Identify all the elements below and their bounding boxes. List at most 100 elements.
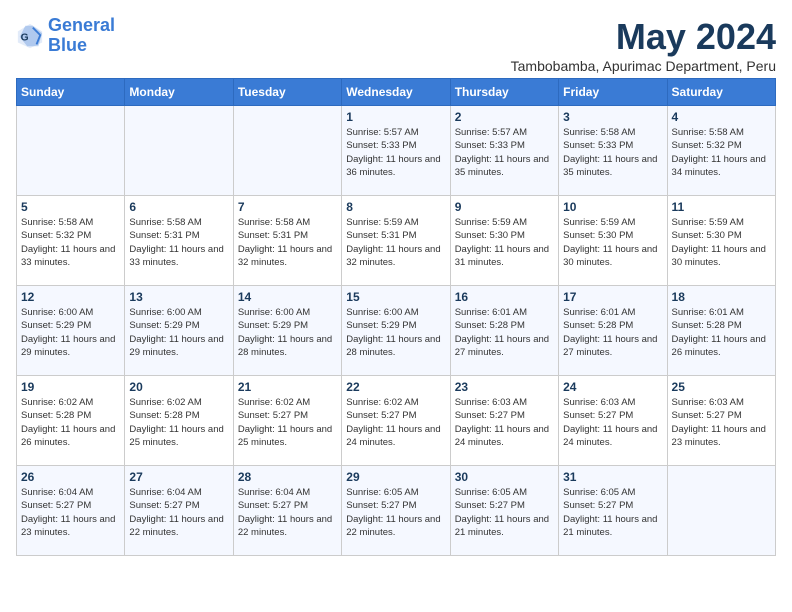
calendar-cell: 10 Sunrise: 5:59 AM Sunset: 5:30 PM Dayli…: [559, 196, 667, 286]
day-number: 9: [455, 200, 554, 214]
calendar-cell: 23 Sunrise: 6:03 AM Sunset: 5:27 PM Dayli…: [450, 376, 558, 466]
calendar-cell: 27Sunrise: 6:04 AM Sunset: 5:27 PM Dayli…: [125, 466, 233, 556]
day-info: Sunrise: 5:58 AM Sunset: 5:31 PM Dayligh…: [129, 216, 228, 269]
day-number: 7: [238, 200, 337, 214]
calendar-table: SundayMondayTuesdayWednesdayThursdayFrid…: [16, 78, 776, 556]
calendar-cell: [17, 106, 125, 196]
calendar-cell: 18 Sunrise: 6:01 AM Sunset: 5:28 PM Dayli…: [667, 286, 775, 376]
calendar-cell: 6 Sunrise: 5:58 AM Sunset: 5:31 PM Daylig…: [125, 196, 233, 286]
calendar-cell: 26 Sunrise: 6:04 AM Sunset: 5:27 PM Dayli…: [17, 466, 125, 556]
day-number: 10: [563, 200, 662, 214]
calendar-cell: 13 Sunrise: 6:00 AM Sunset: 5:29 PM Dayli…: [125, 286, 233, 376]
day-number: 15: [346, 290, 445, 304]
day-info: Sunrise: 6:01 AM Sunset: 5:28 PM Dayligh…: [455, 306, 554, 359]
day-number: 3: [563, 110, 662, 124]
day-number: 16: [455, 290, 554, 304]
day-number: 6: [129, 200, 228, 214]
calendar-cell: 17Sunrise: 6:01 AM Sunset: 5:28 PM Dayli…: [559, 286, 667, 376]
svg-text:G: G: [21, 32, 29, 43]
day-info: Sunrise: 6:01 AM Sunset: 5:28 PM Dayligh…: [672, 306, 771, 359]
day-number: 8: [346, 200, 445, 214]
day-of-week-header-row: SundayMondayTuesdayWednesdayThursdayFrid…: [17, 79, 776, 106]
day-info: Sunrise: 6:02 AM Sunset: 5:27 PM Dayligh…: [238, 396, 337, 449]
calendar-cell: 30Sunrise: 6:05 AM Sunset: 5:27 PM Dayli…: [450, 466, 558, 556]
day-info: Sunrise: 6:02 AM Sunset: 5:28 PM Dayligh…: [129, 396, 228, 449]
calendar-cell: 19Sunrise: 6:02 AM Sunset: 5:28 PM Dayli…: [17, 376, 125, 466]
calendar-cell: 29 Sunrise: 6:05 AM Sunset: 5:27 PM Dayli…: [342, 466, 450, 556]
day-info: Sunrise: 6:04 AM Sunset: 5:27 PM Dayligh…: [238, 486, 337, 539]
day-info: Sunrise: 6:01 AM Sunset: 5:28 PM Dayligh…: [563, 306, 662, 359]
day-number: 20: [129, 380, 228, 394]
page-header: G General Blue May 2024 Tambobamba, Apur…: [16, 16, 776, 74]
day-info: Sunrise: 6:00 AM Sunset: 5:29 PM Dayligh…: [238, 306, 337, 359]
day-info: Sunrise: 6:05 AM Sunset: 5:27 PM Dayligh…: [346, 486, 445, 539]
calendar-cell: 15 Sunrise: 6:00 AM Sunset: 5:29 PM Dayli…: [342, 286, 450, 376]
calendar-week-row: 5 Sunrise: 5:58 AM Sunset: 5:32 PM Daylig…: [17, 196, 776, 286]
day-info: Sunrise: 5:58 AM Sunset: 5:33 PM Dayligh…: [563, 126, 662, 179]
day-info: Sunrise: 6:00 AM Sunset: 5:29 PM Dayligh…: [21, 306, 120, 359]
day-number: 1: [346, 110, 445, 124]
day-info: Sunrise: 5:58 AM Sunset: 5:32 PM Dayligh…: [21, 216, 120, 269]
day-info: Sunrise: 6:03 AM Sunset: 5:27 PM Dayligh…: [672, 396, 771, 449]
day-info: Sunrise: 5:59 AM Sunset: 5:30 PM Dayligh…: [672, 216, 771, 269]
calendar-cell: 11 Sunrise: 5:59 AM Sunset: 5:30 PM Dayli…: [667, 196, 775, 286]
title-block: May 2024 Tambobamba, Apurimac Department…: [511, 16, 776, 74]
day-number: 11: [672, 200, 771, 214]
dow-header-monday: Monday: [125, 79, 233, 106]
day-number: 22: [346, 380, 445, 394]
dow-header-thursday: Thursday: [450, 79, 558, 106]
dow-header-wednesday: Wednesday: [342, 79, 450, 106]
dow-header-saturday: Saturday: [667, 79, 775, 106]
day-info: Sunrise: 5:59 AM Sunset: 5:30 PM Dayligh…: [563, 216, 662, 269]
day-info: Sunrise: 5:58 AM Sunset: 5:31 PM Dayligh…: [238, 216, 337, 269]
calendar-cell: 8 Sunrise: 5:59 AM Sunset: 5:31 PM Daylig…: [342, 196, 450, 286]
calendar-cell: 16 Sunrise: 6:01 AM Sunset: 5:28 PM Dayli…: [450, 286, 558, 376]
day-number: 23: [455, 380, 554, 394]
dow-header-sunday: Sunday: [17, 79, 125, 106]
logo-line2: Blue: [48, 35, 87, 55]
day-number: 29: [346, 470, 445, 484]
calendar-cell: 5 Sunrise: 5:58 AM Sunset: 5:32 PM Daylig…: [17, 196, 125, 286]
day-info: Sunrise: 5:59 AM Sunset: 5:30 PM Dayligh…: [455, 216, 554, 269]
day-info: Sunrise: 6:00 AM Sunset: 5:29 PM Dayligh…: [346, 306, 445, 359]
dow-header-tuesday: Tuesday: [233, 79, 341, 106]
day-info: Sunrise: 6:03 AM Sunset: 5:27 PM Dayligh…: [563, 396, 662, 449]
day-number: 31: [563, 470, 662, 484]
calendar-cell: 28 Sunrise: 6:04 AM Sunset: 5:27 PM Dayli…: [233, 466, 341, 556]
day-info: Sunrise: 5:57 AM Sunset: 5:33 PM Dayligh…: [346, 126, 445, 179]
day-info: Sunrise: 6:02 AM Sunset: 5:28 PM Dayligh…: [21, 396, 120, 449]
day-info: Sunrise: 6:00 AM Sunset: 5:29 PM Dayligh…: [129, 306, 228, 359]
calendar-cell: [233, 106, 341, 196]
calendar-cell: 31Sunrise: 6:05 AM Sunset: 5:27 PM Dayli…: [559, 466, 667, 556]
logo: G General Blue: [16, 16, 115, 56]
day-number: 24: [563, 380, 662, 394]
calendar-cell: [125, 106, 233, 196]
month-title: May 2024: [511, 16, 776, 58]
day-number: 30: [455, 470, 554, 484]
day-number: 13: [129, 290, 228, 304]
calendar-week-row: 1 Sunrise: 5:57 AM Sunset: 5:33 PM Daylig…: [17, 106, 776, 196]
day-number: 14: [238, 290, 337, 304]
day-number: 26: [21, 470, 120, 484]
day-info: Sunrise: 5:57 AM Sunset: 5:33 PM Dayligh…: [455, 126, 554, 179]
calendar-week-row: 26 Sunrise: 6:04 AM Sunset: 5:27 PM Dayli…: [17, 466, 776, 556]
day-number: 28: [238, 470, 337, 484]
day-number: 4: [672, 110, 771, 124]
location-subtitle: Tambobamba, Apurimac Department, Peru: [511, 58, 776, 74]
calendar-week-row: 19Sunrise: 6:02 AM Sunset: 5:28 PM Dayli…: [17, 376, 776, 466]
day-info: Sunrise: 6:03 AM Sunset: 5:27 PM Dayligh…: [455, 396, 554, 449]
calendar-cell: 22Sunrise: 6:02 AM Sunset: 5:27 PM Dayli…: [342, 376, 450, 466]
day-info: Sunrise: 6:04 AM Sunset: 5:27 PM Dayligh…: [21, 486, 120, 539]
calendar-cell: 25Sunrise: 6:03 AM Sunset: 5:27 PM Dayli…: [667, 376, 775, 466]
day-number: 5: [21, 200, 120, 214]
calendar-cell: [667, 466, 775, 556]
calendar-cell: 3 Sunrise: 5:58 AM Sunset: 5:33 PM Daylig…: [559, 106, 667, 196]
logo-line1: General: [48, 15, 115, 35]
day-info: Sunrise: 6:04 AM Sunset: 5:27 PM Dayligh…: [129, 486, 228, 539]
calendar-cell: 7 Sunrise: 5:58 AM Sunset: 5:31 PM Daylig…: [233, 196, 341, 286]
logo-icon: G: [16, 22, 44, 50]
day-info: Sunrise: 5:59 AM Sunset: 5:31 PM Dayligh…: [346, 216, 445, 269]
calendar-cell: 24 Sunrise: 6:03 AM Sunset: 5:27 PM Dayli…: [559, 376, 667, 466]
calendar-cell: 2Sunrise: 5:57 AM Sunset: 5:33 PM Daylig…: [450, 106, 558, 196]
day-number: 18: [672, 290, 771, 304]
